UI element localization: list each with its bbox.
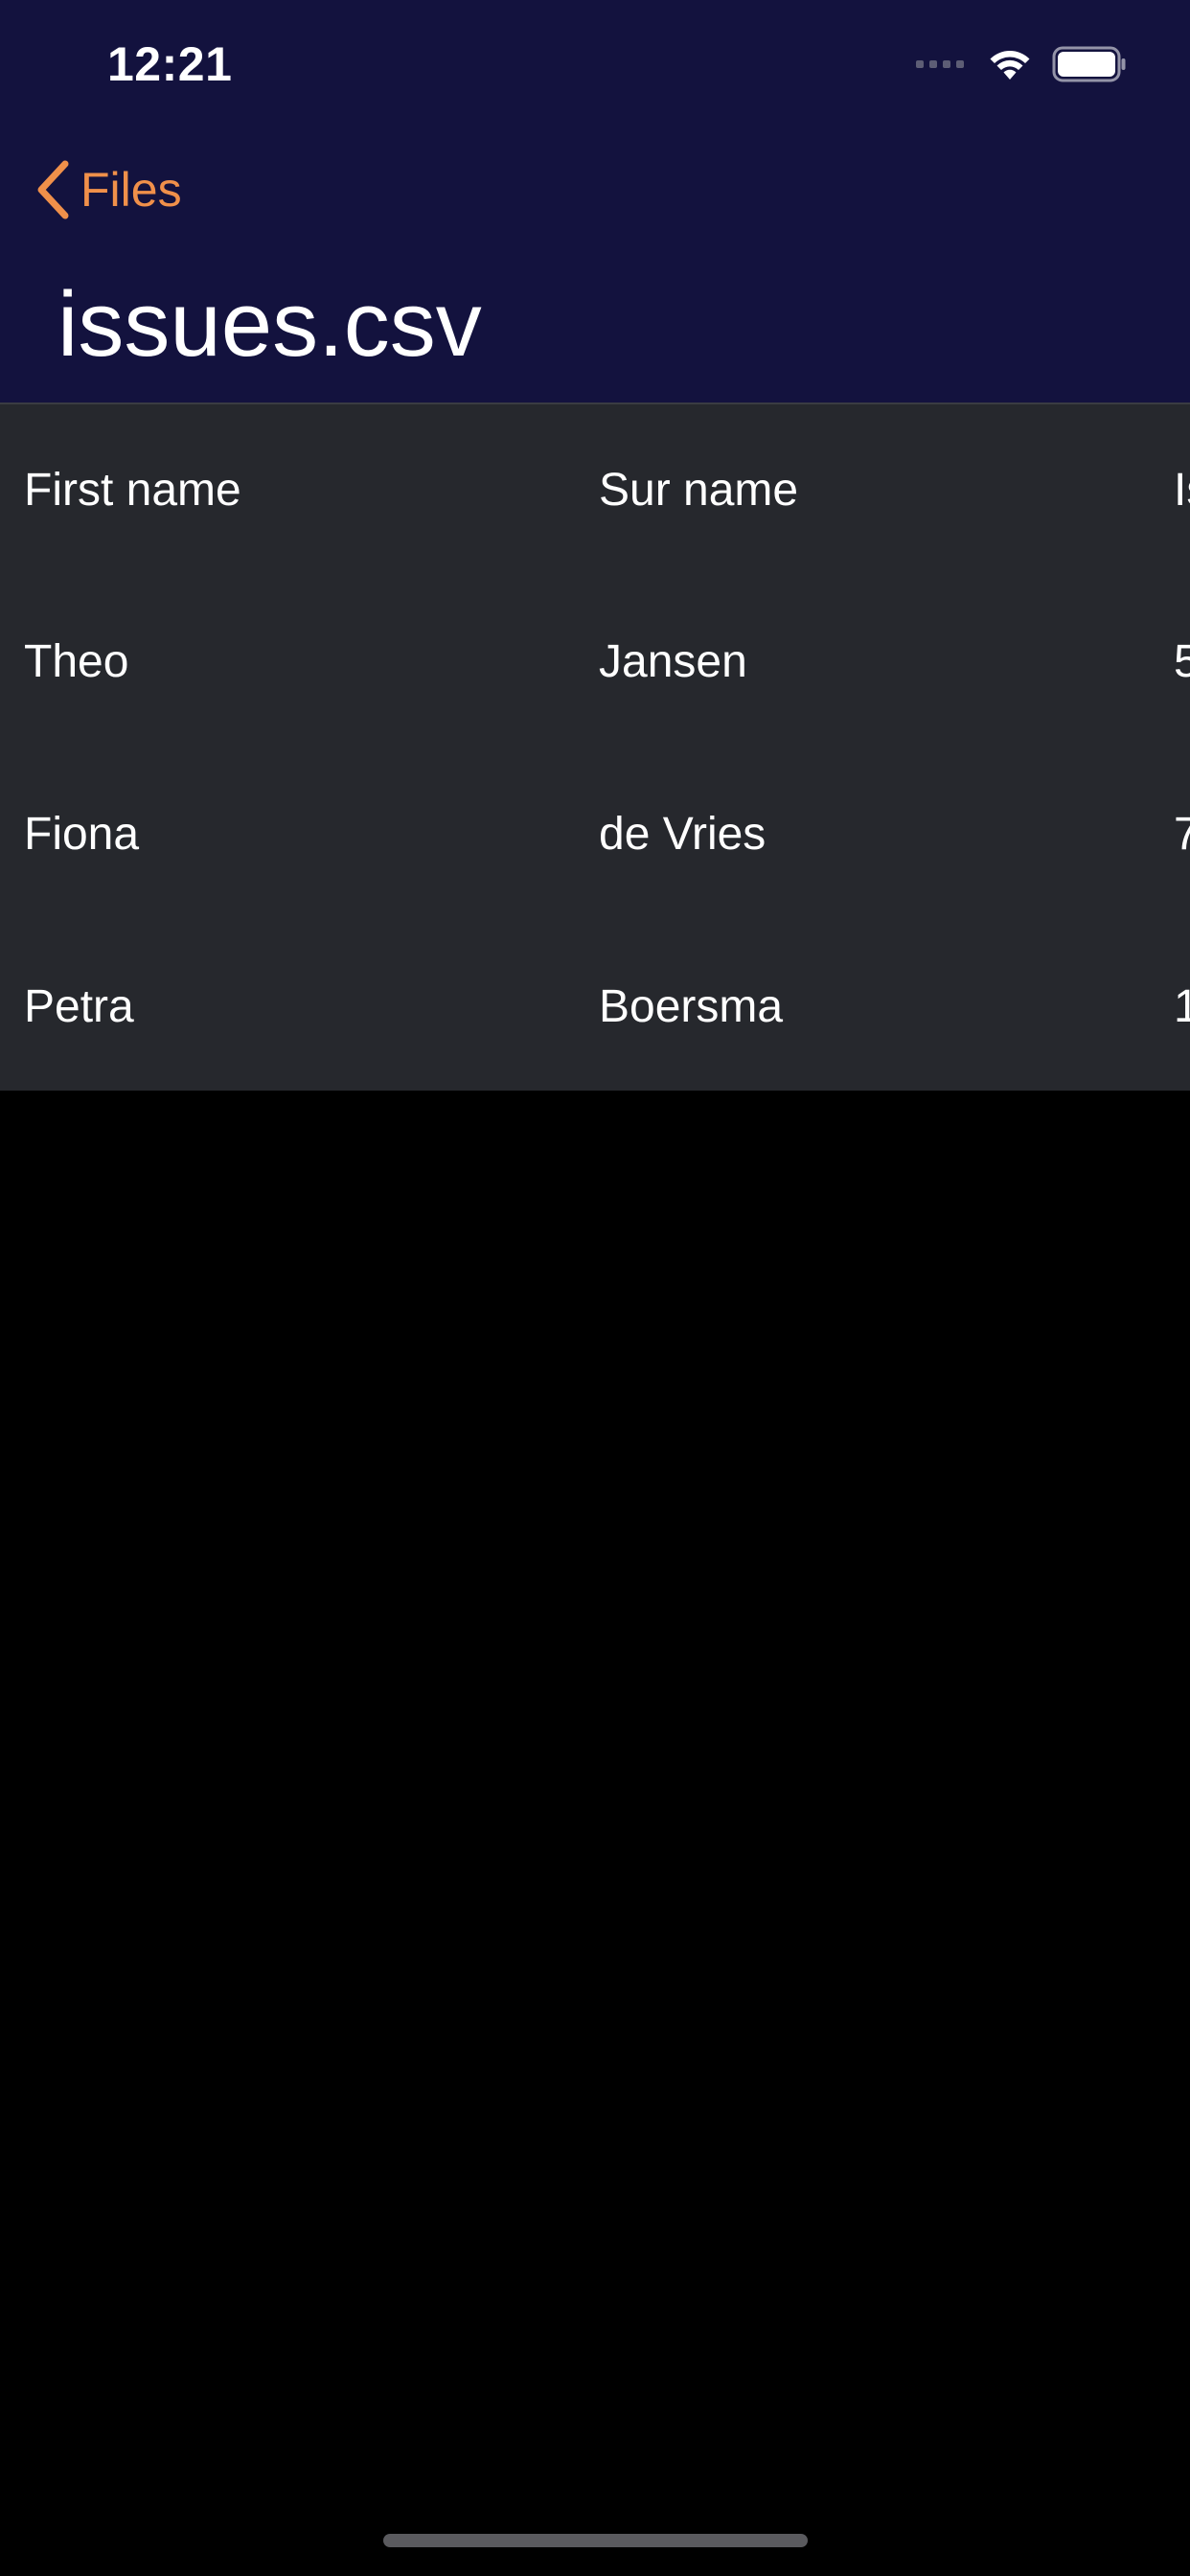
table-cell: 7: [1174, 748, 1190, 920]
table-row: Petra Boersma 1: [0, 920, 1190, 1091]
table-row: Fiona de Vries 7: [0, 748, 1190, 920]
column-header: Sur name: [599, 464, 799, 516]
table-cell: de Vries: [599, 808, 767, 860]
screen: 12:21 Files issues.csv First name Sur na…: [0, 0, 1190, 2576]
column-header: First name: [24, 464, 241, 516]
navigation-bar: 12:21 Files issues.csv: [0, 0, 1190, 402]
chevron-left-icon: [37, 160, 69, 219]
table-cell: 5: [1174, 575, 1190, 748]
table-cell: Petra: [24, 980, 134, 1032]
home-indicator[interactable]: [383, 2534, 808, 2547]
table-cell: Boersma: [599, 980, 784, 1032]
table-cell: Fiona: [24, 808, 140, 860]
table-cell: Theo: [24, 635, 129, 687]
cellular-signal-icon: [916, 60, 964, 68]
status-time: 12:21: [107, 37, 233, 91]
wifi-icon: [990, 51, 1030, 80]
table-header-row: First name Sur name Is: [0, 404, 1190, 575]
table-cell: 1: [1174, 920, 1190, 1091]
page-title: issues.csv: [57, 273, 482, 376]
table-row: Theo Jansen 5: [0, 575, 1190, 748]
back-button-label: Files: [80, 163, 182, 217]
table-cell: Jansen: [599, 635, 747, 687]
column-header: Is: [1174, 464, 1190, 516]
status-icons: [916, 42, 1127, 86]
csv-table[interactable]: First name Sur name Is Theo Jansen 5 Fio…: [0, 402, 1190, 1091]
back-button[interactable]: Files: [34, 153, 182, 226]
battery-icon: [1052, 46, 1126, 82]
